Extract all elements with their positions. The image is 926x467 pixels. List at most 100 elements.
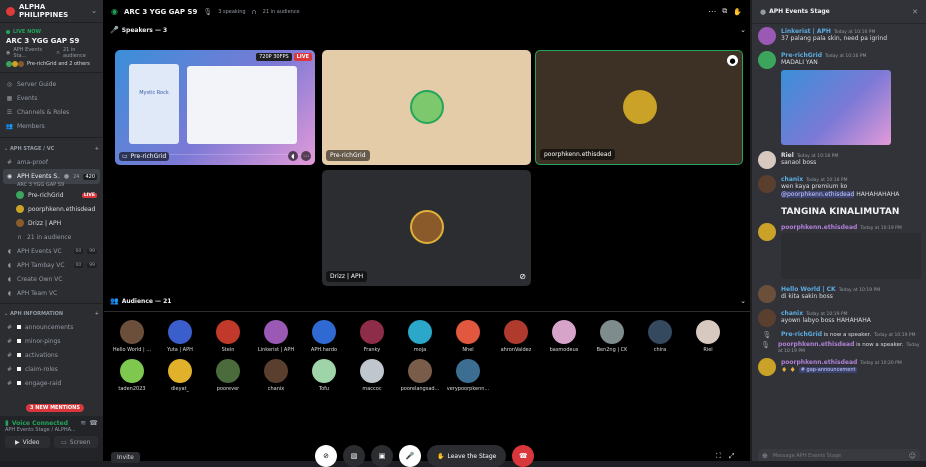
category-aph-stage[interactable]: ⌄ APH STAGE / VC + <box>0 142 103 155</box>
mic-button[interactable]: 🎤 <box>399 445 421 467</box>
audience-member[interactable]: Tofu <box>300 359 348 392</box>
category-aph-information[interactable]: ⌄ APH INFORMATION + <box>0 307 103 320</box>
voice-channel-list: ◖ APH Events VC 00 99 ◖ APH Tambay VC 00 99 ◖ Cre… <box>0 244 103 300</box>
volume-icon[interactable]: ◖ <box>288 151 298 161</box>
username[interactable]: Pre-richGrid <box>781 331 822 338</box>
audience-member[interactable]: Riel <box>684 320 732 353</box>
nav-channels-roles[interactable]: ☰ Channels & Roles <box>0 105 103 119</box>
disconnect-icon[interactable]: ☎ <box>89 419 98 427</box>
more-icon[interactable]: ⋯ <box>301 151 311 161</box>
popout-icon[interactable]: ⧉ <box>722 7 727 16</box>
info-channel[interactable]: # activations <box>0 348 103 362</box>
leave-stage-button[interactable]: ✋ Leave the Stage <box>427 445 507 467</box>
new-mentions-badge[interactable]: 3 NEW MENTIONS <box>26 404 84 412</box>
fullscreen-icon[interactable]: ⛶ <box>716 452 721 461</box>
emoji-icon[interactable]: ☺ <box>909 452 916 460</box>
add-channel-icon[interactable]: + <box>95 146 99 152</box>
audience-member[interactable]: dieyat_ <box>156 359 204 392</box>
username[interactable]: poorphkenn.ethisdead <box>778 341 854 348</box>
audience-member[interactable]: basmodeus <box>540 320 588 353</box>
audience-member[interactable]: APH.hardo <box>300 320 348 353</box>
info-channel[interactable]: # engage-raid <box>0 376 103 390</box>
add-channel-icon[interactable]: + <box>95 311 99 317</box>
expand-icon[interactable]: ⤢ <box>729 452 735 461</box>
stage-member[interactable]: poorphkenn.ethisdead <box>10 202 103 216</box>
channel-ama-proof[interactable]: # ama-proof <box>0 155 103 169</box>
hand-icon[interactable]: ✋ <box>733 8 742 16</box>
audience-member[interactable]: moja <box>396 320 444 353</box>
audience-member[interactable]: Franky <box>348 320 396 353</box>
avatar[interactable] <box>758 285 776 303</box>
invite-button[interactable]: Invite <box>111 452 140 463</box>
screenshot-attachment[interactable] <box>781 233 921 279</box>
username[interactable]: poorphkenn.ethisdead <box>781 359 857 366</box>
collapse-icon[interactable]: ⌄ <box>740 297 746 305</box>
audience-member[interactable]: verypoorpkenn... <box>444 359 492 392</box>
noise-suppression-icon[interactable]: ≋ <box>80 419 86 427</box>
avatar[interactable] <box>758 151 776 169</box>
screen-button[interactable]: ▭ Screen <box>53 436 98 448</box>
audience-member[interactable]: Nhel <box>444 320 492 353</box>
nav-members[interactable]: 👥 Members <box>0 119 103 133</box>
audience-member[interactable]: maccoc <box>348 359 396 392</box>
image-attachment[interactable] <box>781 70 891 145</box>
speaker-tile-prerichgrid[interactable]: Pre-richGrid <box>322 50 531 165</box>
voice-channel[interactable]: ◖ APH Team VC <box>0 286 103 300</box>
speaker-tile-poorphkenn[interactable]: ● poorphkenn.ethisdead <box>535 50 743 165</box>
nav-label: Events <box>17 94 38 102</box>
audience-member[interactable]: chira <box>636 320 684 353</box>
voice-channel[interactable]: ◖ APH Events VC 00 99 <box>0 244 103 258</box>
audience-member[interactable]: poorever <box>204 359 252 392</box>
camera-off-button[interactable]: ⊘ <box>315 445 337 467</box>
avatar[interactable] <box>758 309 776 327</box>
message-body: chanix Today at 10:18 PM wen kaya premium … <box>781 175 920 217</box>
username[interactable]: chanix <box>781 176 803 183</box>
chat-input[interactable] <box>770 452 906 460</box>
voice-channel[interactable]: ◖ APH Tambay VC 00 99 <box>0 258 103 272</box>
username[interactable]: poorphkenn.ethisdead <box>781 224 857 231</box>
channel-mention[interactable]: # gap-announcement <box>798 367 858 373</box>
activity-button[interactable]: ▣ <box>371 445 393 467</box>
stage-member[interactable]: Drizz | APH <box>10 216 103 230</box>
nav-server-guide[interactable]: ◎ Server Guide <box>0 77 103 91</box>
mention[interactable]: @poorphkenn.ethisdead <box>781 191 855 198</box>
username[interactable]: Riel <box>781 152 794 159</box>
audience-member[interactable]: Linkerist | APH <box>252 320 300 353</box>
audience-member[interactable]: Stein <box>204 320 252 353</box>
close-icon[interactable]: ✕ <box>912 8 918 16</box>
avatar[interactable] <box>758 358 776 376</box>
info-channel[interactable]: # announcements <box>0 320 103 334</box>
screen-off-button[interactable]: ▧ <box>343 445 365 467</box>
voice-channel[interactable]: ◖ Create Own VC <box>0 272 103 286</box>
disconnect-button[interactable]: ☎ <box>512 445 535 467</box>
collapse-icon[interactable]: ⌄ <box>740 26 746 34</box>
audience-member[interactable]: Ben2ng | CK <box>588 320 636 353</box>
stage-member[interactable]: Pre-richGrid LIVE <box>10 188 103 202</box>
audience-member[interactable]: Yuta | APH <box>156 320 204 353</box>
stage-audience-row[interactable]: ∩ 21 in audience <box>0 230 103 244</box>
username[interactable]: chanix <box>781 310 803 317</box>
avatar[interactable] <box>758 175 776 193</box>
audience-member[interactable]: chanix <box>252 359 300 392</box>
nav-events[interactable]: ▦ Events <box>0 91 103 105</box>
audience-member[interactable]: ahronValdez <box>492 320 540 353</box>
more-options-icon[interactable]: ⋯ <box>708 7 716 16</box>
info-channel[interactable]: # minor-pings <box>0 334 103 348</box>
server-header[interactable]: ALPHA PHILIPPINES ⌄ <box>0 0 103 23</box>
audience-member[interactable]: taden2023 <box>108 359 156 392</box>
username[interactable]: Pre-richGrid <box>781 52 822 59</box>
audience-member[interactable]: poorelangsad... <box>396 359 444 392</box>
username[interactable]: Linkerist | APH <box>781 28 831 35</box>
avatar[interactable] <box>758 51 776 69</box>
username[interactable]: Hello World | CK <box>781 286 836 293</box>
avatar[interactable] <box>758 27 776 45</box>
live-event-card[interactable]: LIVE NOW ARC 3 YGG GAP S9 ◉ APH Events S… <box>0 29 103 73</box>
audience-member[interactable]: Hello World | ... <box>108 320 156 353</box>
add-icon[interactable]: ⊕ <box>762 452 768 460</box>
avatar[interactable] <box>758 223 776 241</box>
speaker-tile-drizz[interactable]: Drizz | APH ⊘ <box>322 170 531 286</box>
video-button[interactable]: ▶ Video <box>5 436 50 448</box>
speaker-tile-screenshare[interactable]: Mystic Rock ▭ Pre-richGrid 720P 30FPS LIV… <box>115 50 315 165</box>
info-channel[interactable]: # claim-roles <box>0 362 103 376</box>
member-name: poorphkenn.ethisdead <box>28 205 96 213</box>
